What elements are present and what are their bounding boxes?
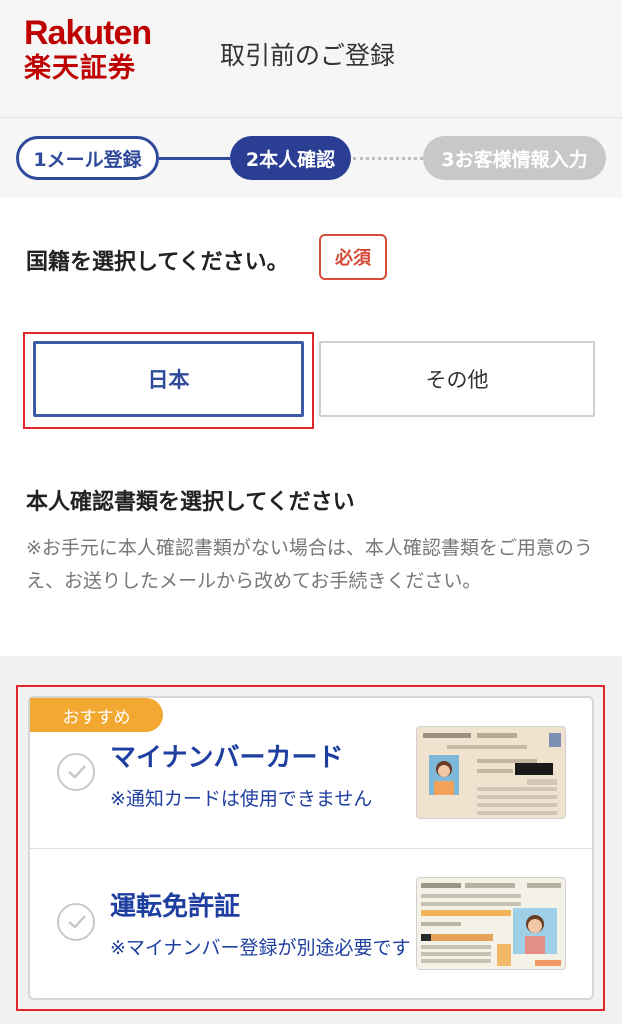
recommended-badge: おすすめ	[30, 698, 163, 732]
option-my-number-card-note: ※通知カードは使用できません	[110, 788, 373, 810]
document-note: ※お手元に本人確認書類がない場合は、本人確認書類をご用意のうえ、お送りしたメール…	[26, 537, 593, 592]
document-section-title: 本人確認書類を選択してください	[26, 490, 355, 515]
option-drivers-license-title[interactable]: 運転免許証	[110, 886, 240, 923]
step-1-email: 1メール登録	[16, 136, 159, 180]
my-number-card-image	[416, 726, 566, 819]
page-title: 取引前のご登録	[220, 41, 396, 70]
app-header: Rakuten 楽天証券 取引前のご登録	[0, 0, 622, 118]
step-2-identity: 2本人確認	[230, 136, 351, 180]
drivers-license-image	[416, 877, 566, 970]
step-connector-done	[159, 157, 230, 160]
option-drivers-license-note: ※マイナンバー登録が別途必要です	[110, 937, 411, 959]
option-my-number-card-title[interactable]: マイナンバーカード	[110, 737, 343, 774]
logo-text-en: Rakuten	[24, 14, 152, 52]
step-3-customer-info: 3お客様情報入力	[423, 136, 606, 180]
step-connector-pending	[353, 157, 423, 160]
check-circle-icon[interactable]	[57, 903, 95, 941]
nationality-option-japan[interactable]: 日本	[33, 341, 304, 417]
rakuten-logo[interactable]: Rakuten 楽天証券	[24, 14, 152, 84]
nationality-option-other[interactable]: その他	[319, 341, 595, 417]
required-badge: 必須	[319, 234, 387, 280]
nationality-label: 国籍を選択してください。	[26, 250, 289, 275]
logo-text-ja: 楽天証券	[24, 53, 136, 83]
option-divider	[30, 848, 592, 849]
step-indicator: 1メール登録 2本人確認 3お客様情報入力	[0, 118, 622, 198]
check-circle-icon[interactable]	[57, 753, 95, 791]
